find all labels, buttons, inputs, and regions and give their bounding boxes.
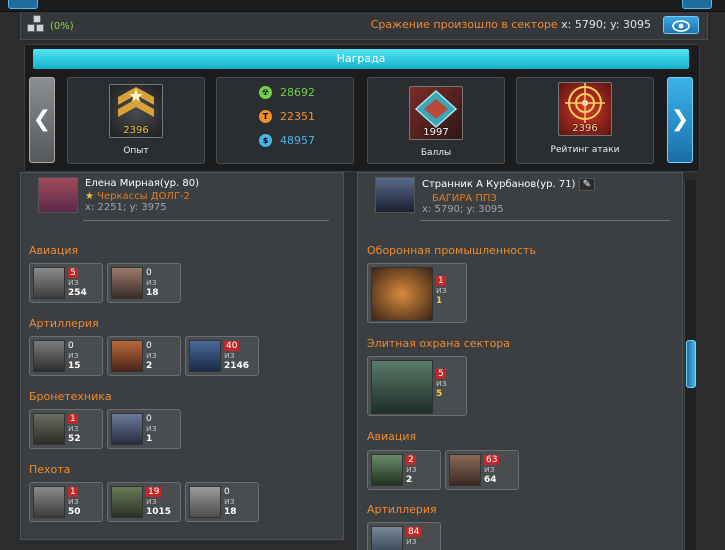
soldier-icon xyxy=(33,486,65,518)
battle-location: Сражение произошло в секторе x: 5790; y:… xyxy=(371,18,651,31)
gunship-icon xyxy=(371,454,403,486)
chevron-right-icon: ❯ xyxy=(670,107,690,132)
pencil-icon[interactable]: ✎ xyxy=(578,178,596,191)
mech-icon xyxy=(111,413,143,445)
reward-title: Награда xyxy=(33,49,689,69)
reward-panel: Награда ❮ 2396 Опыт ☢ 28692 T 22351 $ 48… xyxy=(24,44,700,172)
attacker-coords: x: 2251; y: 3975 xyxy=(85,202,167,213)
dice-icon xyxy=(27,15,47,35)
scrollbar[interactable] xyxy=(684,180,696,550)
resource-radiation: 28692 xyxy=(280,86,315,99)
section-title: Авиация xyxy=(29,244,79,257)
top-strip xyxy=(0,0,725,12)
attacker-name[interactable]: Елена Мирная(ур. 80) xyxy=(85,178,199,189)
resource-titanium: 22351 xyxy=(280,110,315,123)
defender-coords: x: 5790; y: 3095 xyxy=(422,204,504,215)
unit-card[interactable]: 1 из 50 xyxy=(29,482,103,522)
unit-card[interactable]: 0 из 2 xyxy=(107,336,181,376)
eye-icon xyxy=(672,20,690,32)
unit-card[interactable]: 2 из 2 xyxy=(367,450,441,490)
next-arrow-button[interactable]: ❯ xyxy=(667,77,693,163)
battle-header: (0%) Сражение произошло в секторе x: 579… xyxy=(20,12,708,40)
reward-card-label: Баллы xyxy=(420,148,452,158)
unit-card[interactable]: 1 из 1 xyxy=(367,263,467,323)
divider xyxy=(420,220,670,221)
infantry-icon xyxy=(111,486,143,518)
prev-arrow-button[interactable]: ❮ xyxy=(29,77,55,163)
reward-card-experience: 2396 Опыт xyxy=(67,77,205,164)
star-icon: ★ xyxy=(85,191,94,202)
unit-card[interactable]: 40 из 2146 xyxy=(185,336,259,376)
chevron-left-icon: ❮ xyxy=(32,107,52,132)
attacker-info: Елена Мирная(ур. 80) ★ Черкассы ДОЛГ-2 x… xyxy=(85,178,199,213)
reward-card-label: Рейтинг атаки xyxy=(550,145,620,155)
unit-card[interactable]: 84 из xyxy=(367,522,441,550)
target-icon: 2396 xyxy=(558,82,612,136)
unit-card[interactable]: 0 из 1 xyxy=(107,409,181,449)
top-left-tab[interactable] xyxy=(8,0,38,9)
artillery-icon xyxy=(33,340,65,372)
factory-icon xyxy=(371,267,433,321)
battle-coords: x: 5790; y: 3095 xyxy=(561,18,651,31)
section-title: Артиллерия xyxy=(367,503,437,516)
resource-credits: 48957 xyxy=(280,134,315,147)
radiation-icon: ☢ xyxy=(259,86,272,99)
reward-card-label: Опыт xyxy=(123,146,149,156)
section-title: Пехота xyxy=(29,463,71,476)
walker-mech-icon xyxy=(371,360,433,414)
unit-card[interactable]: 0 из 15 xyxy=(29,336,103,376)
bomber-icon xyxy=(111,267,143,299)
unit-card[interactable]: 5 из 254 xyxy=(29,263,103,303)
top-right-tab[interactable] xyxy=(682,0,712,9)
attacker-avatar[interactable] xyxy=(38,177,78,213)
tank-icon xyxy=(33,413,65,445)
section-title: Авиация xyxy=(367,430,417,443)
section-title: Оборонная промышленность xyxy=(367,244,536,257)
rocket-launcher-icon xyxy=(111,340,143,372)
unit-card[interactable]: 63 из 64 xyxy=(445,450,519,490)
battle-text: Сражение произошло в секторе xyxy=(370,18,558,31)
attacker-panel: Елена Мирная(ур. 80) ★ Черкассы ДОЛГ-2 x… xyxy=(20,172,344,540)
titanium-icon: T xyxy=(259,110,272,123)
view-button[interactable] xyxy=(663,16,699,34)
unit-card[interactable]: 5 из 5 xyxy=(367,356,467,416)
defender-info: Странник А Курбанов(ур. 71) ✎ БАГИРА ППЗ… xyxy=(422,178,596,215)
defender-avatar[interactable] xyxy=(375,177,415,213)
unit-card[interactable]: 1 из 52 xyxy=(29,409,103,449)
reward-card-attack-rating: 2396 Рейтинг атаки xyxy=(516,77,654,164)
artillery-icon xyxy=(371,526,403,550)
aircraft-icon xyxy=(33,267,65,299)
section-title: Элитная охрана сектора xyxy=(367,337,511,350)
scrollbar-thumb[interactable] xyxy=(686,340,696,388)
progress-percent: (0%) xyxy=(50,21,74,32)
section-title: Бронетехника xyxy=(29,390,112,403)
defender-corp[interactable]: БАГИРА ППЗ xyxy=(422,193,595,204)
defender-name[interactable]: Странник А Курбанов(ур. 71) xyxy=(422,179,575,190)
heavy-aircraft-icon xyxy=(449,454,481,486)
unit-card[interactable]: 0 из 18 xyxy=(107,263,181,303)
section-title: Артиллерия xyxy=(29,317,99,330)
missile-icon xyxy=(189,340,221,372)
points-diamond-icon: 1997 xyxy=(409,86,463,140)
unit-card[interactable]: 19 из 1015 xyxy=(107,482,181,522)
unit-card[interactable]: 0 из 18 xyxy=(185,482,259,522)
credits-icon: $ xyxy=(259,134,272,147)
attacker-corp[interactable]: Черкассы ДОЛГ-2 xyxy=(97,191,190,202)
cyborg-icon xyxy=(189,486,221,518)
defender-panel: Странник А Курбанов(ур. 71) ✎ БАГИРА ППЗ… xyxy=(357,172,683,550)
rank-chevrons-icon: 2396 xyxy=(109,84,163,138)
divider xyxy=(83,220,329,221)
reward-card-points: 1997 Баллы xyxy=(367,77,505,164)
resources-card: ☢ 28692 T 22351 $ 48957 xyxy=(216,77,354,164)
